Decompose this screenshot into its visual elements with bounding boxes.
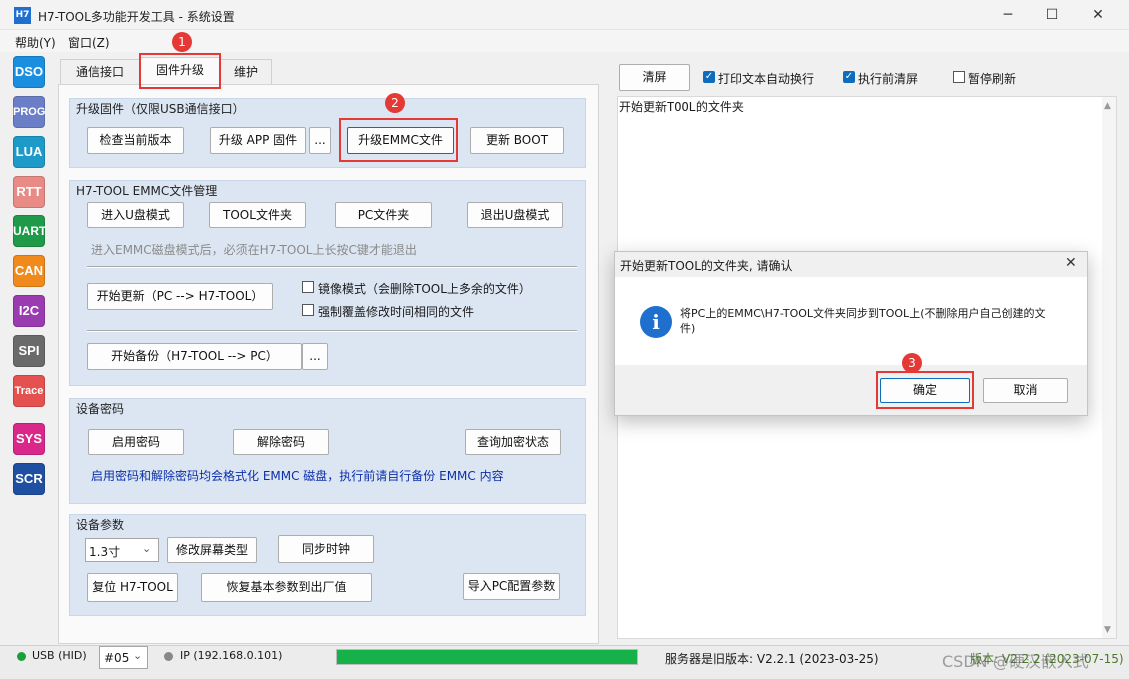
password-group-title: 设备密码 [76,402,125,416]
progress-fill [337,650,637,664]
sidebar-lua-button[interactable]: LUA [13,136,45,168]
minimize-button[interactable]: ─ [985,0,1031,30]
dialog-body: i 将PC上的EMMC\H7-TOOL文件夹同步到TOOL上(不删除用户自己创建… [615,277,1087,365]
force-overwrite-checkbox[interactable] [302,304,314,319]
sidebar-prog-button[interactable]: PROG [13,96,45,128]
app-icon: H7 [14,7,31,24]
annotation-box-3 [876,371,974,409]
dialog-cancel-button[interactable]: 取消 [983,378,1068,403]
watermark-text: CSDN @硬汉嵌入式 [942,652,1089,671]
enable-password-button[interactable]: 启用密码 [88,429,184,455]
sidebar-i2c-button[interactable]: I2C [13,295,45,327]
scroll-up-icon[interactable]: ▲ [1104,101,1111,111]
pause-refresh-checkbox[interactable] [953,71,965,86]
start-backup-button[interactable]: 开始备份（H7-TOOL --> PC） [87,343,302,370]
params-group-title: 设备参数 [76,518,125,532]
dialog-message: 将PC上的EMMC\H7-TOOL文件夹同步到TOOL上(不删除用户自己创建的文… [680,307,1046,335]
menu-window[interactable]: 窗口(Z) [68,34,110,51]
annotation-badge-2: 2 [385,93,405,113]
sidebar-dso-button[interactable]: DSO [13,56,45,88]
update-boot-button[interactable]: 更新 BOOT [470,127,564,154]
server-version-text: 服务器是旧版本: V2.2.1 (2023-03-25) [665,652,879,666]
password-note-text: 启用密码和解除密码均会格式化 EMMC 磁盘，执行前请自行备份 EMMC 内容 [91,469,504,483]
sidebar-uart-button[interactable]: UART [13,215,46,247]
maximize-button[interactable]: ☐ [1029,0,1075,30]
firmware-group-title: 升级固件（仅限USB通信接口） [76,102,245,116]
upgrade-app-button[interactable]: 升级 APP 固件 [210,127,306,154]
enter-udisk-button[interactable]: 进入U盘模式 [87,202,184,228]
emmc-group-title: H7-TOOL EMMC文件管理 [76,184,218,198]
sidebar-can-button[interactable]: CAN [13,255,45,287]
chevron-down-icon: ⌄ [142,542,152,555]
pause-refresh-label: 暂停刷新 [968,72,1017,86]
clear-screen-button[interactable]: 清屏 [619,64,690,91]
menu-help[interactable]: 帮助(Y) [15,34,56,51]
confirm-dialog: 开始更新TOOL的文件夹, 请确认 ✕ i 将PC上的EMMC\H7-TOOL文… [614,251,1088,416]
ip-status-label: IP (192.168.0.101) [180,649,283,662]
sidebar-sys-button[interactable]: SYS [13,423,45,455]
browse-backup-button[interactable]: ... [302,343,328,370]
dialog-close-icon[interactable]: ✕ [1065,255,1077,271]
port-select[interactable]: #05 ⌄ [99,646,148,669]
screen-size-select[interactable]: 1.3寸 ⌄ [85,538,159,562]
tab-comm[interactable]: 通信接口 [60,59,140,84]
separator [87,266,577,268]
annotation-box-1 [139,53,221,89]
check-version-button[interactable]: 检查当前版本 [87,127,184,154]
menu-bar [0,30,1129,52]
window-title: H7-TOOL多功能开发工具 - 系统设置 [38,10,235,24]
start-update-button[interactable]: 开始更新（PC --> H7-TOOL） [87,283,273,310]
close-button[interactable]: ✕ [1075,0,1121,30]
sidebar-scr-button[interactable]: SCR [13,463,45,495]
screen-size-value: 1.3寸 [89,545,121,559]
sidebar-trace-button[interactable]: Trace [13,375,45,407]
ip-status-dot [164,652,173,661]
tool-folder-button[interactable]: TOOL文件夹 [209,202,306,228]
force-overwrite-label: 强制覆盖修改时间相同的文件 [318,305,475,319]
progress-bar [336,649,638,665]
reset-device-button[interactable]: 复位 H7-TOOL [87,573,178,602]
mirror-mode-label: 镜像模式（会删除TOOL上多余的文件） [318,282,531,296]
dialog-title: 开始更新TOOL的文件夹, 请确认 [620,259,793,273]
sync-clock-button[interactable]: 同步时钟 [278,535,374,563]
sidebar-rtt-button[interactable]: RTT [13,176,45,208]
import-pc-config-button[interactable]: 导入PC配置参数 [463,573,560,600]
annotation-badge-1: 1 [172,32,192,52]
usb-status-label: USB (HID) [32,649,87,662]
usb-status-dot [17,652,26,661]
exit-udisk-button[interactable]: 退出U盘模式 [467,202,563,228]
clear-before-checkbox[interactable]: ✓ [843,71,855,83]
wrap-label: 打印文本自动换行 [718,72,815,86]
query-encryption-button[interactable]: 查询加密状态 [465,429,561,455]
sidebar-spi-button[interactable]: SPI [13,335,45,367]
factory-reset-button[interactable]: 恢复基本参数到出厂值 [201,573,372,602]
port-value: #05 [104,651,130,665]
chevron-down-icon: ⌄ [133,649,143,662]
browse-app-button[interactable]: ... [309,127,331,154]
clear-before-label: 执行前清屏 [858,72,919,86]
info-icon: i [640,306,672,338]
separator [87,330,577,332]
wrap-checkbox[interactable]: ✓ [703,71,715,83]
mirror-mode-checkbox[interactable] [302,281,314,296]
emmc-hint-text: 进入EMMC磁盘模式后，必须在H7-TOOL上长按C键才能退出 [91,243,417,257]
change-screen-button[interactable]: 修改屏幕类型 [167,537,257,563]
disable-password-button[interactable]: 解除密码 [233,429,329,455]
annotation-badge-3: 3 [902,353,922,373]
scroll-down-icon[interactable]: ▼ [1104,625,1111,635]
tab-maintenance[interactable]: 维护 [220,59,272,84]
pc-folder-button[interactable]: PC文件夹 [335,202,432,228]
log-line: 开始更新TOOL的文件夹 [619,100,744,114]
annotation-box-2 [339,118,458,162]
log-scrollbar[interactable] [1102,97,1116,638]
